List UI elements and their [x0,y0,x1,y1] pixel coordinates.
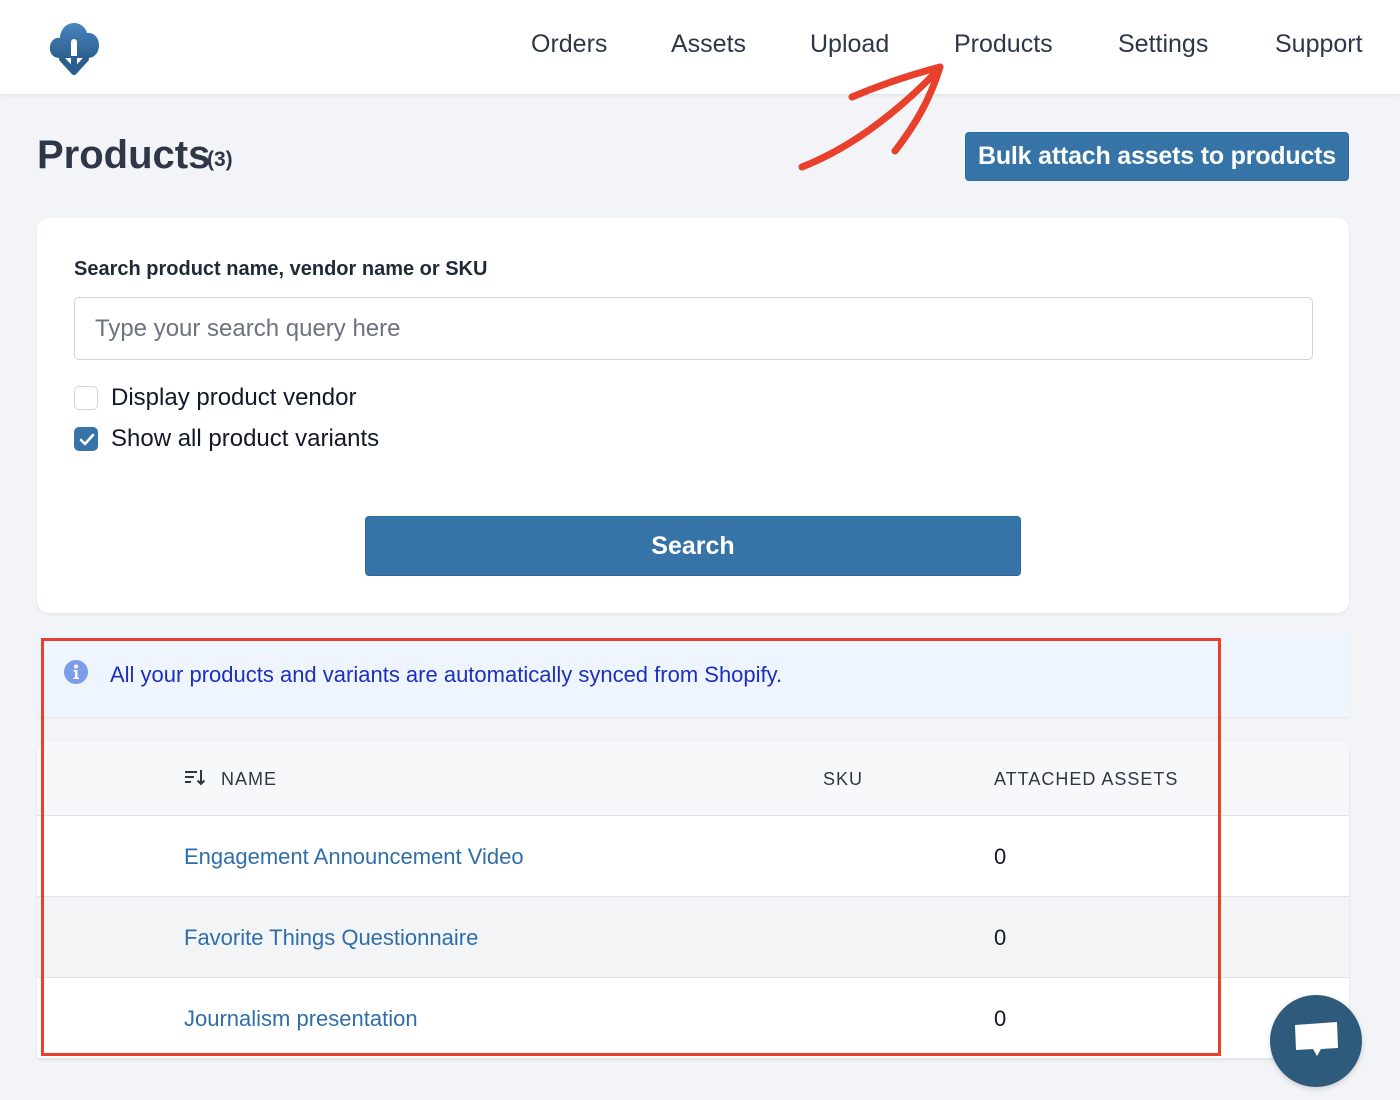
nav-upload[interactable]: Upload [810,30,889,59]
table-row: Journalism presentation 0 [37,978,1349,1059]
column-header-attached-assets[interactable]: ATTACHED ASSETS [994,769,1178,790]
info-text: All your products and variants are autom… [110,662,783,687]
search-input[interactable] [74,297,1313,360]
display-vendor-label: Display product vendor [111,384,357,411]
attached-assets-count: 0 [994,844,1007,869]
nav-settings[interactable]: Settings [1118,30,1208,59]
attached-assets-count: 0 [994,925,1007,950]
info-icon [64,660,88,684]
table-row: Engagement Announcement Video 0 [37,816,1349,897]
column-header-name[interactable]: NAME [221,769,277,790]
table-header: NAME SKU ATTACHED ASSETS [37,741,1349,816]
nav-products[interactable]: Products [954,30,1053,59]
product-name-link[interactable]: Favorite Things Questionnaire [184,925,478,951]
chat-widget-button[interactable] [1270,995,1362,1087]
table-row: Favorite Things Questionnaire 0 [37,897,1349,978]
display-vendor-checkbox[interactable] [74,386,98,410]
info-banner: All your products and variants are autom… [37,632,1349,717]
top-navbar: Orders Assets Upload Products Settings S… [0,0,1400,95]
chat-bubble-icon [1295,1022,1338,1056]
product-name-link[interactable]: Engagement Announcement Video [184,844,524,870]
search-label: Search product name, vendor name or SKU [74,258,488,280]
product-name-link[interactable]: Journalism presentation [184,1006,418,1032]
show-variants-label: Show all product variants [111,425,380,452]
checkmark-icon [79,433,95,446]
show-variants-option[interactable]: Show all product variants [74,425,379,453]
search-card: Search product name, vendor name or SKU … [37,218,1349,613]
show-variants-checkbox[interactable] [74,427,98,451]
search-button[interactable]: Search [365,516,1021,576]
product-count: (3) [207,148,233,171]
nav-assets[interactable]: Assets [671,30,746,59]
products-table: NAME SKU ATTACHED ASSETS Engagement Anno… [37,741,1349,1059]
nav-orders[interactable]: Orders [531,30,607,59]
column-header-sku[interactable]: SKU [823,769,863,790]
nav-support[interactable]: Support [1275,30,1363,59]
page-title: Products [37,133,211,177]
bulk-attach-button[interactable]: Bulk attach assets to products [965,132,1349,181]
display-vendor-option[interactable]: Display product vendor [74,384,356,412]
attached-assets-count: 0 [994,1006,1007,1031]
cloud-download-icon[interactable] [48,18,102,76]
sort-descending-icon[interactable] [185,769,207,787]
